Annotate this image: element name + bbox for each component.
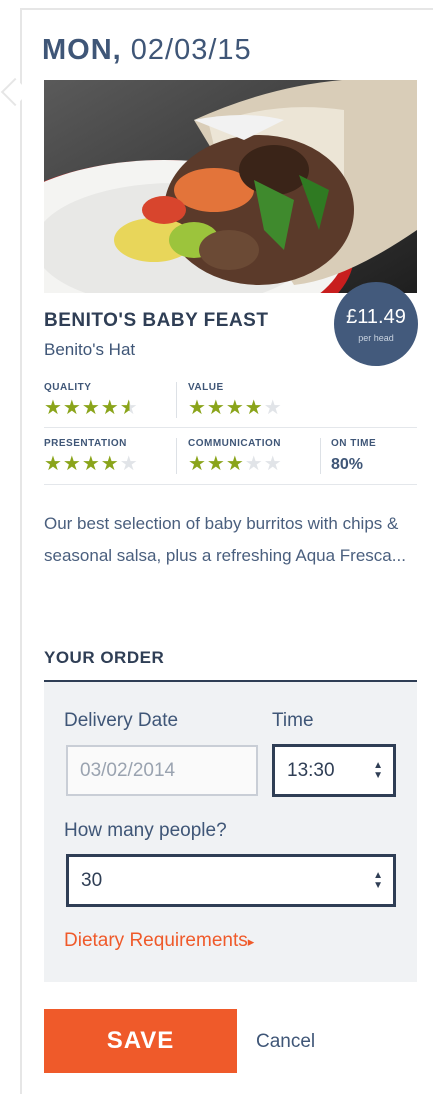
time-select[interactable]: 13:30 ▲ ▼ <box>272 744 396 797</box>
star-icon: ★★★★ <box>44 397 120 419</box>
on-time-label: ON TIME <box>331 438 377 449</box>
price-badge: £11.49 per head <box>334 282 418 366</box>
empty-star-icon: ★ <box>119 453 139 475</box>
quality-stars: ★★★★★ <box>44 398 139 418</box>
dietary-requirements-label: Dietary Requirements <box>64 930 248 951</box>
rating-divider <box>320 438 321 474</box>
delivery-day-heading: MON, 02/03/15 <box>42 34 252 67</box>
delivery-date-label: Delivery Date <box>64 710 179 731</box>
food-photo <box>44 80 417 293</box>
people-count-label: How many people? <box>64 820 227 841</box>
save-button[interactable]: SAVE <box>44 1009 237 1073</box>
communication-label: COMMUNICATION <box>188 438 281 449</box>
arrow-right-icon: ▸ <box>247 934 255 949</box>
price-unit: per head <box>358 333 394 343</box>
on-time-value: 80% <box>331 456 364 473</box>
rating-row-divider <box>44 427 417 428</box>
product-title: BENITO'S BABY FEAST <box>44 310 269 331</box>
star-icon: ★★★★ <box>188 397 264 419</box>
quality-label: QUALITY <box>44 382 92 393</box>
time-value: 13:30 <box>287 759 335 781</box>
empty-star-icon: ★ <box>263 397 283 419</box>
people-count-value: 30 <box>81 869 103 891</box>
rating-row-divider <box>44 484 417 485</box>
dietary-requirements-link[interactable]: Dietary Requirements▸ <box>64 930 254 952</box>
vendor-name: Benito's Hat <box>44 340 136 359</box>
star-icon: ★★★ <box>188 453 245 475</box>
your-order-heading: YOUR ORDER <box>44 648 165 667</box>
select-arrows-icon: ▲ ▼ <box>373 759 383 781</box>
rating-divider <box>176 382 177 418</box>
people-count-select[interactable]: 30 ▲ ▼ <box>66 854 396 907</box>
day-date: 02/03/15 <box>130 34 252 66</box>
rating-divider <box>176 438 177 474</box>
value-label: VALUE <box>188 382 224 393</box>
product-description: Our best selection of baby burritos with… <box>44 514 406 565</box>
select-arrows-icon: ▲ ▼ <box>373 869 383 891</box>
star-icon: ★★★★ <box>44 453 120 475</box>
half-star-icon: ★ <box>119 397 139 419</box>
time-label: Time <box>272 710 314 731</box>
delivery-date-field: 03/02/2014 <box>66 745 258 796</box>
empty-star-icon: ★★ <box>244 453 283 475</box>
day-name: MON, <box>42 34 122 66</box>
value-stars: ★★★★★ <box>188 398 283 418</box>
presentation-stars: ★★★★★ <box>44 454 139 474</box>
presentation-label: PRESENTATION <box>44 438 127 449</box>
cancel-link[interactable]: Cancel <box>256 1031 315 1053</box>
communication-stars: ★★★★★ <box>188 454 283 474</box>
price-amount: £11.49 <box>346 306 406 328</box>
